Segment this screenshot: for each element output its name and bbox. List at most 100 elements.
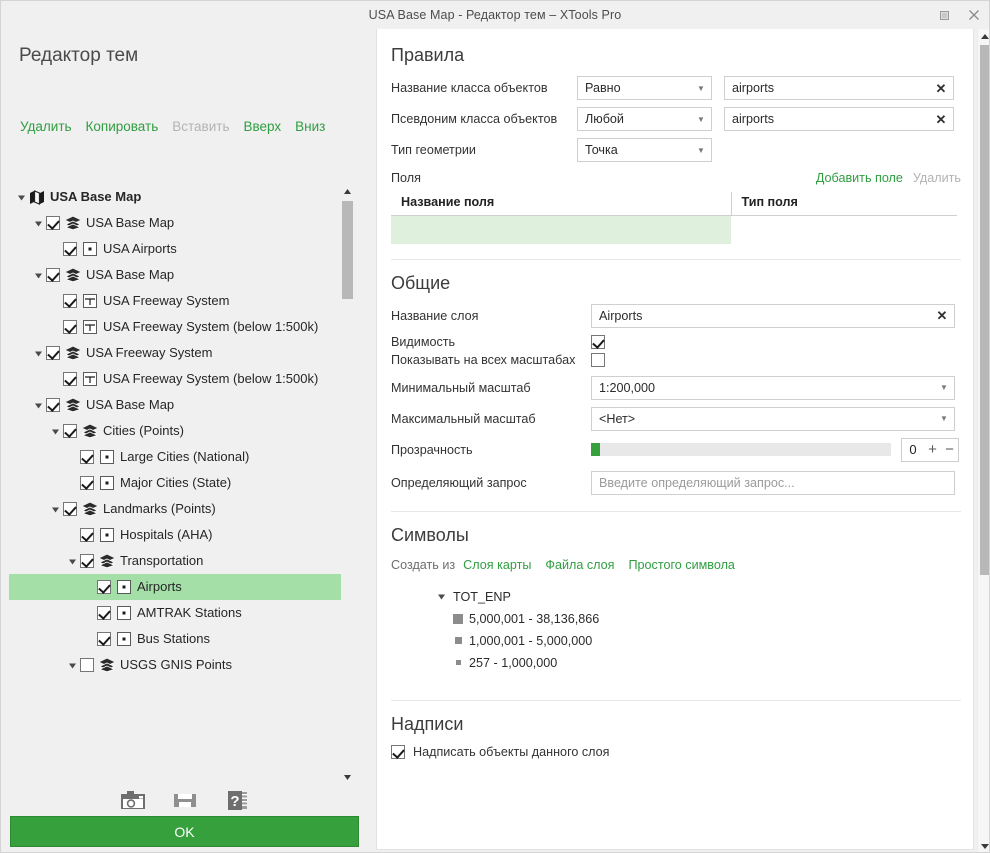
tree-item-airports[interactable]: Airports <box>9 574 346 600</box>
restore-button[interactable] <box>929 1 959 29</box>
tree-item-usa-base-map[interactable]: USA Base Map <box>9 210 353 236</box>
layer-visibility-checkbox[interactable] <box>80 450 94 464</box>
scroll-down-icon[interactable] <box>978 839 989 852</box>
tree-item-usa-freeway-system[interactable]: USA Freeway System <box>9 288 353 314</box>
feature-class-name-operator-select[interactable]: Равно ▼ <box>577 76 712 100</box>
layer-visibility-checkbox[interactable] <box>46 268 60 282</box>
save-icon[interactable] <box>171 786 199 814</box>
tree-item-usa-base-map[interactable]: USA Base Map <box>9 392 353 418</box>
scroll-down-icon[interactable] <box>341 770 354 784</box>
feature-class-alias-input[interactable]: airports ✕ <box>724 107 954 131</box>
feature-class-name-input[interactable]: airports ✕ <box>724 76 954 100</box>
symbol-class-row[interactable]: 257 - 1,000,000 <box>435 652 973 674</box>
collapse-triangle-icon[interactable] <box>66 555 78 567</box>
layer-visibility-checkbox[interactable] <box>80 528 94 542</box>
scroll-up-icon[interactable] <box>978 29 989 44</box>
layer-visibility-checkbox[interactable] <box>46 216 60 230</box>
create-from-simple-symbol-link[interactable]: Простого символа <box>629 558 735 572</box>
show-all-scales-checkbox[interactable] <box>591 352 605 367</box>
collapse-triangle-icon[interactable] <box>49 425 61 437</box>
layer-visibility-checkbox[interactable] <box>80 658 94 672</box>
decrease-icon[interactable]: − <box>941 442 958 457</box>
collapse-triangle-icon[interactable] <box>32 217 44 229</box>
transparency-slider[interactable] <box>591 443 891 456</box>
scroll-thumb[interactable] <box>342 201 353 299</box>
renderer-field-row[interactable]: TOT_ENP <box>435 586 973 608</box>
layer-visibility-checkbox[interactable] <box>97 580 111 594</box>
tree-item-usa-base-map[interactable]: USA Base Map <box>9 184 353 210</box>
tree-item-hospitals-aha[interactable]: Hospitals (AHA) <box>9 522 353 548</box>
collapse-triangle-icon[interactable] <box>66 659 78 671</box>
layer-visibility-checkbox[interactable] <box>63 320 77 334</box>
layer-tree[interactable]: USA Base Map USA Base Map USA Airports USA … <box>9 184 353 784</box>
layer-visibility-checkbox[interactable] <box>63 294 77 308</box>
tree-item-landmarks-points[interactable]: Landmarks (Points) <box>9 496 353 522</box>
definition-query-input[interactable]: Введите определяющий запрос... <box>591 470 955 495</box>
layer-visibility-checkbox[interactable] <box>80 476 94 490</box>
delete-field-link[interactable]: Удалить <box>913 171 961 185</box>
tree-item-large-cities-national[interactable]: Large Cities (National) <box>9 444 353 470</box>
add-field-link[interactable]: Добавить поле <box>816 171 903 185</box>
help-icon[interactable]: ? <box>223 786 251 814</box>
layer-visibility-checkbox[interactable] <box>63 372 77 386</box>
layer-visibility-checkbox[interactable] <box>97 606 111 620</box>
scroll-up-icon[interactable] <box>341 184 354 198</box>
symbol-class-row[interactable]: 5,000,001 - 38,136,866 <box>435 608 973 630</box>
layer-visibility-checkbox[interactable] <box>63 424 77 438</box>
max-scale-select[interactable]: <Нет> ▼ <box>591 406 955 431</box>
layer-tree-scrollbar[interactable] <box>341 184 354 784</box>
feature-class-alias-operator-select[interactable]: Любой ▼ <box>577 107 712 131</box>
min-scale-select[interactable]: 1:200,000 ▼ <box>591 375 955 400</box>
label-features-checkbox[interactable] <box>391 744 405 759</box>
paste-command[interactable]: Вставить <box>172 119 229 134</box>
move-down-command[interactable]: Вниз <box>295 119 325 134</box>
layer-visibility-checkbox[interactable] <box>80 554 94 568</box>
geometry-type-select[interactable]: Точка ▼ <box>577 138 712 162</box>
layer-visibility-checkbox[interactable] <box>63 502 77 516</box>
copy-command[interactable]: Копировать <box>86 119 159 134</box>
symbol-swatch[interactable] <box>454 637 462 644</box>
increase-icon[interactable]: + <box>924 442 941 457</box>
delete-command[interactable]: Удалить <box>20 119 72 134</box>
tree-item-usa-base-map[interactable]: USA Base Map <box>9 262 353 288</box>
tree-item-usa-freeway-system[interactable]: USA Freeway System <box>9 340 353 366</box>
collapse-triangle-icon[interactable] <box>32 269 44 281</box>
move-up-command[interactable]: Вверх <box>243 119 281 134</box>
table-row[interactable] <box>391 215 957 244</box>
clear-icon[interactable]: ✕ <box>934 309 950 322</box>
collapse-triangle-icon[interactable] <box>435 591 447 603</box>
collapse-triangle-icon[interactable] <box>49 503 61 515</box>
symbol-swatch[interactable] <box>455 660 461 665</box>
tree-item-usa-airports[interactable]: USA Airports <box>9 236 353 262</box>
symbol-class-row[interactable]: 1,000,001 - 5,000,000 <box>435 630 973 652</box>
collapse-triangle-icon[interactable] <box>32 347 44 359</box>
camera-icon[interactable] <box>119 786 147 814</box>
tree-item-transportation[interactable]: Transportation <box>9 548 353 574</box>
close-icon[interactable] <box>959 1 989 29</box>
tree-item-usa-freeway-system-below-1-500k[interactable]: USA Freeway System (below 1:500k) <box>9 366 353 392</box>
tree-item-usa-freeway-system-below-1-500k[interactable]: USA Freeway System (below 1:500k) <box>9 314 353 340</box>
visibility-checkbox[interactable] <box>591 334 605 349</box>
create-from-layer-file-link[interactable]: Файла слоя <box>545 558 614 572</box>
tree-item-bus-stations[interactable]: Bus Stations <box>9 626 353 652</box>
tree-item-amtrak-stations[interactable]: AMTRAK Stations <box>9 600 353 626</box>
field-name-cell[interactable] <box>391 215 731 244</box>
symbol-renderer-tree[interactable]: TOT_ENP 5,000,001 - 38,136,866 1,000,001 … <box>435 586 973 674</box>
create-from-map-layer-link[interactable]: Слоя карты <box>463 558 531 572</box>
clear-icon[interactable]: ✕ <box>933 82 949 95</box>
tree-item-major-cities-state[interactable]: Major Cities (State) <box>9 470 353 496</box>
layer-visibility-checkbox[interactable] <box>46 398 60 412</box>
collapse-triangle-icon[interactable] <box>15 191 27 203</box>
tree-item-cities-points[interactable]: Cities (Points) <box>9 418 353 444</box>
layer-visibility-checkbox[interactable] <box>97 632 111 646</box>
transparency-stepper[interactable]: 0 + − <box>901 437 959 462</box>
collapse-triangle-icon[interactable] <box>32 399 44 411</box>
scroll-thumb[interactable] <box>980 45 989 575</box>
field-type-cell[interactable] <box>731 216 957 244</box>
properties-scrollbar[interactable] <box>977 29 989 852</box>
tree-item-usgs-gnis-points[interactable]: USGS GNIS Points <box>9 652 353 678</box>
ok-button[interactable]: OK <box>10 816 359 847</box>
clear-icon[interactable]: ✕ <box>933 113 949 126</box>
symbol-swatch[interactable] <box>453 613 463 624</box>
layer-visibility-checkbox[interactable] <box>63 242 77 256</box>
